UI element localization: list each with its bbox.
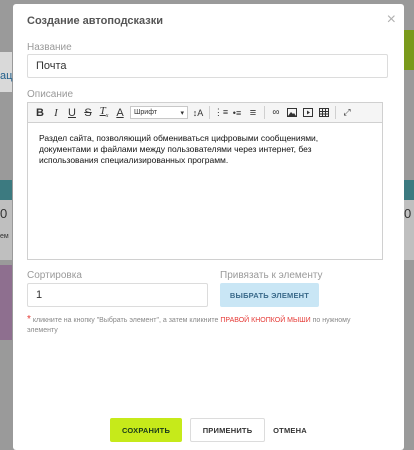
link-icon[interactable]: ∞ — [268, 107, 284, 118]
image-icon[interactable] — [284, 107, 300, 119]
sort-label: Сортировка — [27, 270, 82, 281]
background-panel — [0, 265, 12, 340]
video-icon[interactable] — [300, 107, 316, 119]
hint-prefix: кликните на кнопку "Выбрать элемент", а … — [32, 317, 219, 324]
align-icon[interactable]: ≡ — [245, 107, 261, 119]
background-number: 0 — [0, 206, 8, 221]
font-select-value: Шрифт — [134, 109, 158, 116]
strikethrough-icon[interactable]: S — [80, 107, 96, 119]
toolbar-divider — [209, 106, 210, 119]
name-input[interactable]: Почта — [27, 54, 388, 78]
font-size-icon[interactable]: ↕A — [190, 108, 206, 118]
save-button[interactable]: СОХРАНИТЬ — [110, 418, 182, 442]
modal-title: Создание автоподсказки — [27, 15, 164, 27]
description-text[interactable]: Раздел сайта, позволяющий обмениваться ц… — [28, 123, 382, 176]
italic-icon[interactable]: I — [48, 107, 64, 119]
bold-icon[interactable]: B — [32, 107, 48, 119]
description-editor: B I U S Tx A Шрифт ▾ ↕A ⋮≡ •≡ ≡ ∞ ⤢ Разд… — [27, 102, 383, 260]
chevron-down-icon: ▾ — [180, 109, 184, 117]
background-text: ем — [0, 233, 9, 240]
close-icon[interactable]: × — [387, 11, 396, 29]
select-element-button[interactable]: ВЫБРАТЬ ЭЛЕМЕНТ — [220, 283, 319, 307]
name-label: Название — [27, 42, 72, 53]
toolbar-divider — [264, 106, 265, 119]
bulleted-list-icon[interactable]: •≡ — [229, 108, 245, 118]
cancel-button[interactable]: ОТМЕНА — [266, 418, 314, 442]
description-label: Описание — [27, 89, 74, 100]
font-select[interactable]: Шрифт ▾ — [130, 106, 188, 119]
numbered-list-icon[interactable]: ⋮≡ — [213, 107, 229, 118]
fullscreen-icon[interactable]: ⤢ — [339, 107, 355, 118]
table-icon[interactable] — [316, 107, 332, 119]
underline-icon[interactable]: U — [64, 107, 80, 119]
toolbar-divider — [335, 106, 336, 119]
background-panel: 0 ем — [0, 200, 12, 260]
autohint-modal: Создание автоподсказки × Название Почта … — [13, 4, 404, 450]
required-asterisk: * — [27, 314, 31, 325]
background-bar — [0, 180, 12, 200]
editor-toolbar: B I U S Tx A Шрифт ▾ ↕A ⋮≡ •≡ ≡ ∞ ⤢ — [28, 103, 382, 123]
background-tab-text: ац — [0, 70, 13, 82]
apply-button[interactable]: ПРИМЕНИТЬ — [190, 418, 265, 442]
bind-label: Привязать к элементу — [220, 270, 323, 281]
hint-highlight: ПРАВОЙ КНОПКОЙ МЫШИ — [220, 317, 311, 324]
sort-input[interactable]: 1 — [27, 283, 208, 307]
clear-format-icon[interactable]: Tx — [96, 105, 112, 119]
text-color-icon[interactable]: A — [112, 107, 128, 119]
hint-text: * кликните на кнопку "Выбрать элемент", … — [27, 315, 383, 336]
